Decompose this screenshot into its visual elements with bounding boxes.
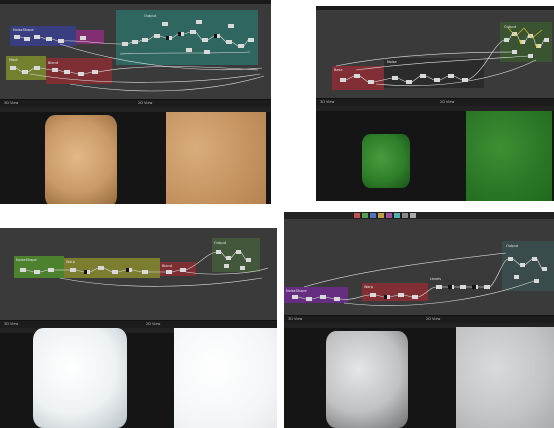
- frame-label-output: Output: [504, 25, 517, 29]
- 3d-view[interactable]: [284, 323, 424, 428]
- tab-3d-view[interactable]: 3D View: [4, 322, 18, 327]
- frame-label-base: Base: [334, 68, 343, 72]
- 2d-view[interactable]: [136, 107, 271, 204]
- tab-2d-view[interactable]: 2D View: [138, 101, 152, 106]
- tab-2d-view[interactable]: 2D View: [440, 100, 454, 105]
- app-color-toolbar: [284, 212, 554, 219]
- 3d-view-toolbar: [0, 107, 136, 112]
- cylinder-preview: [33, 328, 127, 428]
- tab-3d-view[interactable]: 3D View: [320, 100, 334, 105]
- 3d-view-toolbar: [316, 106, 466, 111]
- tab-2d-view[interactable]: 2D View: [146, 322, 160, 327]
- node-graph[interactable]: Output Base Noise: [316, 10, 554, 98]
- frame-label-noiseshape: NoiseShape: [13, 28, 34, 32]
- cylinder-preview: [45, 115, 117, 204]
- node-graph[interactable]: Output NoiseShape Blend Mask: [0, 4, 271, 99]
- texture-preview: [466, 111, 552, 201]
- screenshot-marble: Output NoiseShape Warp Levels 3D View 2D…: [284, 212, 554, 428]
- tab-3d-view[interactable]: 3D View: [288, 317, 302, 322]
- frame-label-levels: Levels: [430, 277, 441, 281]
- frame-label-output: Output: [506, 244, 519, 248]
- frame-label-noise: Noise: [387, 60, 397, 64]
- 2d-view[interactable]: [424, 323, 554, 428]
- screenshot-sandstone: Output NoiseShape Blend Mask 3D View 2D …: [0, 0, 271, 204]
- 2d-view[interactable]: [466, 106, 554, 201]
- frame-label-blend: Blend: [48, 61, 58, 65]
- screenshot-white-plaster: Output NoiseShape Warp Blend 3D View 2D …: [0, 228, 277, 428]
- screenshot-green: Output Base Noise 3D View 2D View: [316, 6, 554, 201]
- cylinder-preview: [362, 134, 410, 188]
- frame-label-warp: Warp: [66, 260, 76, 264]
- frame-output: [116, 10, 258, 65]
- frame-label-output: Output: [144, 14, 157, 18]
- frame-label-warp: Warp: [364, 285, 374, 289]
- frame-label-blend: Blend: [162, 264, 172, 268]
- tab-3d-view[interactable]: 3D View: [4, 101, 18, 106]
- 2d-view[interactable]: [144, 328, 277, 428]
- 3d-view[interactable]: [0, 107, 136, 204]
- frame-label-noiseshape: NoiseShape: [16, 258, 37, 262]
- frame-label-noiseshape: NoiseShape: [286, 289, 307, 293]
- frame-label-output: Output: [214, 241, 227, 245]
- node-graph[interactable]: Output NoiseShape Warp Levels: [284, 219, 554, 315]
- 3d-view-toolbar: [284, 323, 424, 328]
- frame-label-mask: Mask: [9, 58, 19, 62]
- texture-preview: [174, 328, 277, 428]
- tab-2d-view[interactable]: 2D View: [426, 317, 440, 322]
- cylinder-preview: [326, 331, 408, 428]
- frame-output: [502, 241, 554, 291]
- texture-preview: [166, 112, 266, 204]
- frame-warp: [64, 258, 160, 278]
- node-graph[interactable]: Output NoiseShape Warp Blend: [0, 228, 277, 320]
- 3d-view[interactable]: [0, 328, 144, 428]
- 3d-view[interactable]: [316, 106, 466, 201]
- texture-preview: [456, 327, 554, 428]
